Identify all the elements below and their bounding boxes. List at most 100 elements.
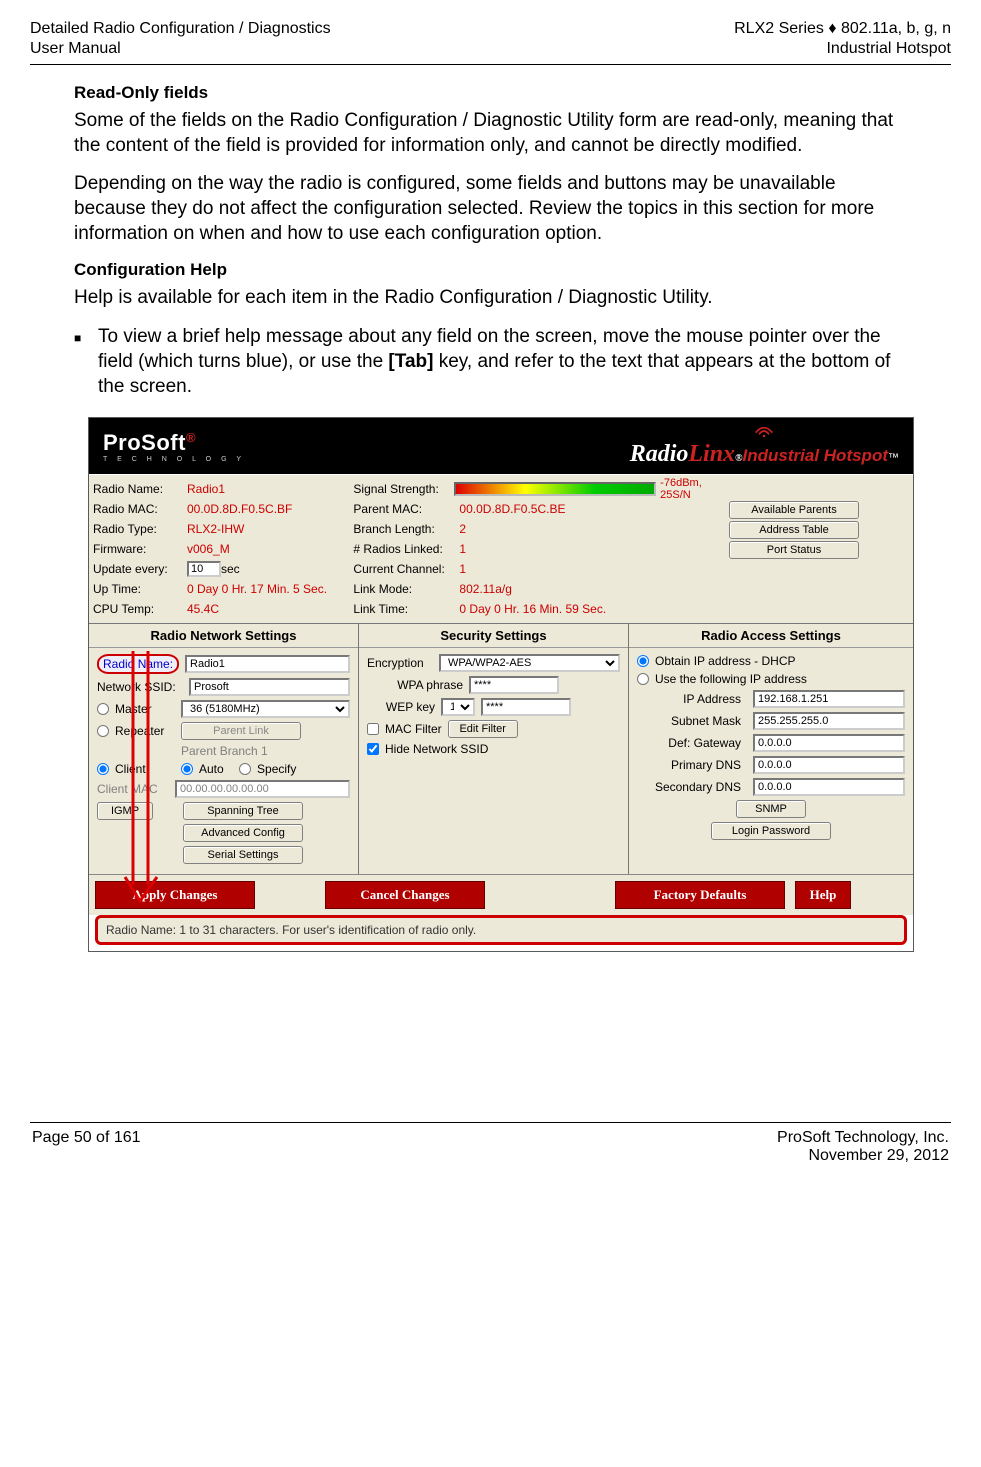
staticip-radio[interactable]: [637, 673, 649, 685]
factory-defaults-button[interactable]: Factory Defaults: [615, 881, 785, 909]
val-parentmac: 00.0D.8D.F0.5C.BE: [459, 502, 565, 516]
wpa-input[interactable]: [469, 676, 559, 694]
login-password-button[interactable]: Login Password: [711, 822, 831, 840]
footer-date: November 29, 2012: [808, 1147, 949, 1165]
wep-label: WEP key: [367, 700, 435, 714]
radio-network-section: Radio Network Settings Radio Name: Netwo…: [89, 624, 358, 874]
master-radio[interactable]: [97, 703, 109, 715]
wifi-icon: [754, 424, 774, 438]
specify-label: Specify: [257, 762, 296, 776]
ip-label: IP Address: [637, 692, 747, 706]
address-table-button[interactable]: Address Table: [729, 521, 859, 539]
footer-company: ProSoft Technology, Inc.: [777, 1129, 949, 1147]
port-status-button[interactable]: Port Status: [729, 541, 859, 559]
apply-changes-button[interactable]: Apply Changes: [95, 881, 255, 909]
client-radio[interactable]: [97, 763, 109, 775]
encryption-label: Encryption: [367, 656, 433, 670]
parent-link-button: Parent Link: [181, 722, 301, 740]
info-col-mid: Signal Strength: -76dBm, 25S/N Parent MAC…: [353, 479, 729, 619]
para-confighelp: Help is available for each item in the R…: [74, 286, 907, 311]
repeater-radio[interactable]: [97, 725, 109, 737]
radiolinx-sup: ®: [735, 453, 742, 464]
para-readonly-2: Depending on the way the radio is config…: [74, 172, 907, 246]
master-label: Master: [115, 702, 175, 716]
info-col-left: Radio Name:Radio1 Radio MAC:00.0D.8D.F0.…: [93, 479, 353, 619]
lbl-radiotype: Radio Type:: [93, 522, 187, 536]
hidessid-checkbox[interactable]: [367, 743, 379, 755]
lbl-signal: Signal Strength:: [353, 482, 450, 496]
val-cputemp: 45.4C: [187, 602, 219, 616]
lbl-radioname: Radio Name:: [93, 482, 187, 496]
cancel-changes-button[interactable]: Cancel Changes: [325, 881, 485, 909]
lbl-update: Update every:: [93, 562, 187, 576]
client-mac-label: Client MAC: [97, 782, 169, 796]
signal-bar: [454, 482, 656, 496]
radiolinx-logo: RadioLinx®Industrial Hotspot™: [630, 424, 899, 468]
mask-input[interactable]: [753, 712, 905, 730]
val-linktime: 0 Day 0 Hr. 16 Min. 59 Sec.: [459, 602, 606, 616]
advanced-config-button[interactable]: Advanced Config: [183, 824, 303, 842]
serial-settings-button[interactable]: Serial Settings: [183, 846, 303, 864]
val-linkmode: 802.11a/g: [459, 582, 512, 596]
access-section: Radio Access Settings Obtain IP address …: [628, 624, 913, 874]
radio-network-header: Radio Network Settings: [89, 624, 358, 648]
info-col-right: Available Parents Address Table Port Sta…: [729, 479, 909, 619]
radiolinx-tm: ™: [888, 452, 899, 464]
repeater-label: Repeater: [115, 724, 175, 738]
specify-radio[interactable]: [239, 763, 251, 775]
radio-name-label-highlighted[interactable]: Radio Name:: [97, 654, 179, 674]
lbl-linked: # Radios Linked:: [353, 542, 459, 556]
lbl-radiomac: Radio MAC:: [93, 502, 187, 516]
lbl-curchan: Current Channel:: [353, 562, 459, 576]
edit-filter-button[interactable]: Edit Filter: [448, 720, 518, 738]
auto-radio[interactable]: [181, 763, 193, 775]
lbl-branch: Branch Length:: [353, 522, 459, 536]
parent-branch-label: Parent Branch 1: [181, 744, 268, 758]
header-left-sub: User Manual: [30, 40, 121, 58]
lbl-linkmode: Link Mode:: [353, 582, 459, 596]
dhcp-label: Obtain IP address - DHCP: [655, 654, 796, 668]
header-left-top: Detailed Radio Configuration / Diagnosti…: [30, 20, 331, 38]
action-bar: Apply Changes Cancel Changes Factory Def…: [89, 874, 913, 915]
snmp-button[interactable]: SNMP: [736, 800, 806, 818]
footer-divider: [30, 1122, 951, 1123]
dns1-label: Primary DNS: [637, 758, 747, 772]
macfilter-checkbox[interactable]: [367, 723, 379, 735]
ip-input[interactable]: [753, 690, 905, 708]
client-label: Client: [115, 762, 175, 776]
val-curchan: 1: [459, 562, 466, 576]
wep-input[interactable]: [481, 698, 571, 716]
channel-select[interactable]: 36 (5180MHz): [181, 700, 350, 718]
help-button[interactable]: Help: [795, 881, 851, 909]
encryption-select[interactable]: WPA/WPA2-AES: [439, 654, 620, 672]
para-readonly-1: Some of the fields on the Radio Configur…: [74, 109, 907, 158]
spanning-tree-button[interactable]: Spanning Tree: [183, 802, 303, 820]
header-divider: [30, 64, 951, 65]
lbl-parentmac: Parent MAC:: [353, 502, 459, 516]
val-firmware: v006_M: [187, 542, 230, 556]
lbl-firmware: Firmware:: [93, 542, 187, 556]
wep-select[interactable]: 1: [441, 698, 475, 716]
dns2-input[interactable]: [753, 778, 905, 796]
bullet-tab-key: [Tab]: [388, 351, 433, 372]
val-uptime: 0 Day 0 Hr. 17 Min. 5 Sec.: [187, 582, 327, 596]
info-panel: Radio Name:Radio1 Radio MAC: 00.0D.8D.F0.…: [89, 474, 913, 623]
help-strip: Radio Name: 1 to 31 characters. For user…: [95, 915, 907, 945]
gateway-input[interactable]: [753, 734, 905, 752]
ssid-input[interactable]: [189, 678, 350, 696]
macfilter-label: MAC Filter: [385, 722, 442, 736]
dhcp-radio[interactable]: [637, 655, 649, 667]
security-section: Security Settings EncryptionWPA/WPA2-AES…: [358, 624, 628, 874]
update-input[interactable]: [187, 561, 221, 577]
footer-page: Page 50 of 161: [32, 1129, 141, 1147]
signal-text: -76dBm, 25S/N: [660, 477, 729, 501]
branding-bar: ProSoft® T E C H N O L O G Y RadioLinx®I…: [89, 418, 913, 474]
prosoft-logo: ProSoft® T E C H N O L O G Y: [103, 430, 245, 463]
dns1-input[interactable]: [753, 756, 905, 774]
wpa-label: WPA phrase: [367, 678, 463, 692]
radio-name-input[interactable]: [185, 655, 350, 673]
heading-readonly: Read-Only fields: [74, 83, 907, 103]
val-radioname: Radio1: [187, 482, 225, 496]
igmp-button[interactable]: IGMP: [97, 802, 153, 820]
available-parents-button[interactable]: Available Parents: [729, 501, 859, 519]
